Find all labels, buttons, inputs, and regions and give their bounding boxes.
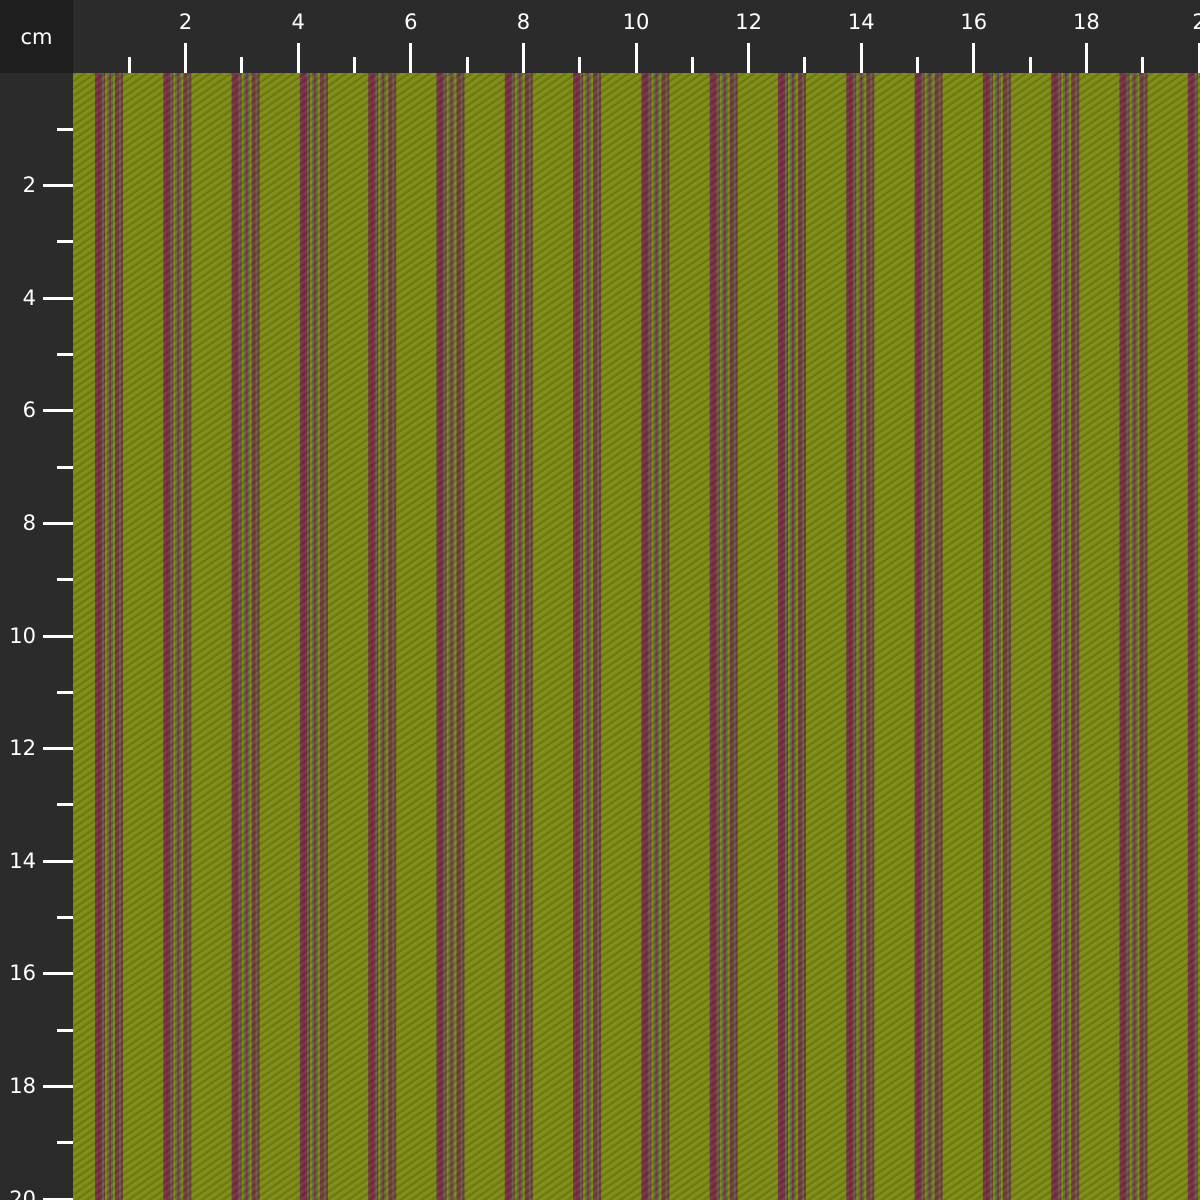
top-ruler-label: 18 [1073,10,1100,34]
left-ruler-major-tick [43,521,73,525]
left-ruler-major-tick [43,972,73,976]
left-ruler-major-tick [43,1084,73,1088]
left-ruler-label: 14 [9,848,36,873]
left-ruler-minor-tick [57,465,73,469]
left-ruler-minor-tick [57,690,73,694]
top-ruler-minor-tick [240,57,244,73]
top-ruler-minor-tick [465,57,469,73]
top-ruler-label: 8 [516,10,531,34]
left-ruler-minor-tick [57,1028,73,1032]
left-ruler-label: 16 [9,961,36,986]
top-ruler-major-tick [409,43,413,73]
fabric-swatch-viewer: 2 4 6 8 10 12 14 16 18 2 2 4 6 8 10 12 14 16 18 20 cm [0,0,1200,1200]
left-ruler-label: 6 [22,398,36,423]
left-ruler-minor-tick [57,1141,73,1145]
left-ruler-major-tick [43,184,73,188]
left-ruler-minor-tick [57,803,73,807]
top-ruler: 2 4 6 8 10 12 14 16 18 2 [73,0,1200,73]
top-ruler-label: 16 [960,10,988,34]
top-ruler-label: 4 [291,10,305,34]
top-ruler-major-tick [184,43,188,73]
left-ruler: 2 4 6 8 10 12 14 16 18 20 [0,73,73,1200]
left-ruler-label: 20 [9,1186,36,1200]
top-ruler-minor-tick [916,57,919,73]
top-ruler-label: 6 [404,10,418,34]
top-ruler-label: 14 [847,10,875,34]
top-ruler-minor-tick [1141,57,1145,73]
left-ruler-minor-tick [57,916,73,919]
left-ruler-major-tick [43,634,73,638]
top-ruler-minor-tick [578,57,582,73]
top-ruler-major-tick [521,43,525,73]
top-ruler-major-tick [634,43,638,73]
left-ruler-label: 10 [9,623,36,648]
left-ruler-major-tick [43,296,73,300]
top-ruler-label: 2 [1192,10,1200,34]
left-ruler-label: 18 [9,1073,36,1098]
left-ruler-minor-tick [57,127,73,131]
top-ruler-minor-tick [690,57,694,73]
top-ruler-major-tick [1084,43,1088,73]
left-ruler-major-tick [43,859,73,863]
striped-fabric-pattern [73,73,1200,1200]
left-ruler-label: 12 [9,736,36,761]
left-ruler-major-tick [43,747,73,751]
top-ruler-major-tick [747,43,751,73]
top-ruler-label: 10 [622,10,650,34]
top-ruler-major-tick [859,43,863,73]
top-ruler-major-tick [972,43,976,73]
top-ruler-minor-tick [353,57,356,73]
left-ruler-label: 4 [22,285,36,310]
left-ruler-major-tick [43,409,73,413]
twill-texture [73,73,1200,1200]
left-ruler-minor-tick [57,353,73,356]
left-ruler-label: 2 [22,173,36,198]
left-ruler-minor-tick [57,240,73,244]
unit-label: cm [0,0,73,73]
top-ruler-label: 2 [178,10,193,34]
left-ruler-label: 8 [22,510,36,535]
fabric-swatch [73,73,1200,1200]
top-ruler-label: 12 [735,10,762,34]
top-ruler-minor-tick [1028,57,1032,73]
top-ruler-major-tick [296,43,300,73]
top-ruler-minor-tick [803,57,807,73]
left-ruler-minor-tick [57,578,73,582]
top-ruler-minor-tick [127,57,131,73]
